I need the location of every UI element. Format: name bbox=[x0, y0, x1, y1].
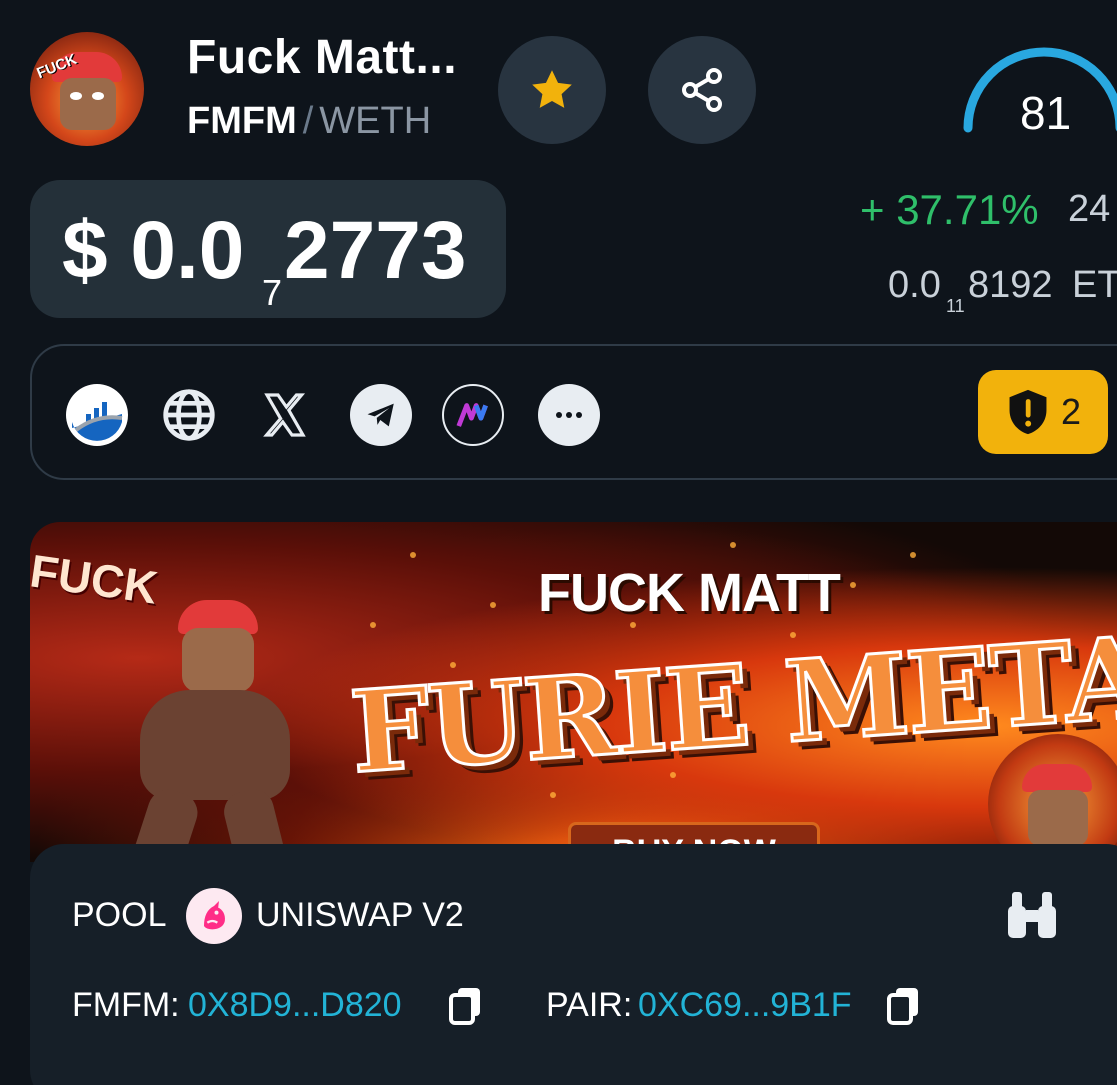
globe-icon bbox=[163, 389, 215, 441]
base-symbol: FMFM bbox=[187, 100, 297, 142]
star-icon bbox=[532, 70, 572, 108]
more-links-button[interactable] bbox=[538, 384, 600, 446]
native-price-unit: ETH bbox=[1072, 264, 1117, 306]
pair-address-label: PAIR: bbox=[546, 986, 633, 1024]
banner-headline: FUCK MATT bbox=[538, 563, 841, 623]
explore-button[interactable] bbox=[1004, 890, 1060, 945]
native-price-digits: 8192 bbox=[968, 264, 1053, 306]
pool-card bbox=[30, 844, 1117, 1085]
price-change: + 37.71% bbox=[860, 186, 1039, 233]
banner-mascot-badge bbox=[988, 734, 1117, 862]
copy-icon bbox=[449, 988, 480, 1025]
favorite-button[interactable] bbox=[498, 36, 606, 144]
shield-warning-icon bbox=[1009, 389, 1047, 435]
pair-address[interactable]: 0XC69...9B1F bbox=[638, 986, 852, 1025]
unicorn-icon bbox=[204, 901, 225, 930]
pair-line: FMFM / WETH bbox=[187, 100, 431, 143]
score-value: 81 bbox=[1020, 87, 1072, 139]
usd-price-digits: 2773 bbox=[284, 205, 467, 296]
dex-name: UNISWAP V2 bbox=[256, 896, 464, 934]
usd-price-zero-count: 7 bbox=[262, 272, 283, 313]
token-address[interactable]: 0X8D9...D820 bbox=[188, 986, 402, 1025]
native-price-zero-count: 11 bbox=[946, 296, 965, 316]
copy-token-address-button[interactable] bbox=[448, 986, 484, 1031]
chart-icon bbox=[68, 386, 126, 444]
more-icon bbox=[556, 412, 582, 418]
token-name: Fuck Matt... bbox=[187, 31, 458, 84]
quote-symbol: WETH bbox=[319, 100, 432, 142]
price-change-period: 24 bbox=[1068, 188, 1111, 230]
app-link[interactable] bbox=[442, 384, 504, 446]
token-avatar: FUCK bbox=[30, 32, 144, 146]
chart-link[interactable] bbox=[66, 384, 128, 446]
token-page: FUCK Fuck Matt... FMFM / WETH 81 $ 0.0 7 2… bbox=[0, 0, 1117, 1085]
pair-separator: / bbox=[302, 100, 314, 142]
share-button[interactable] bbox=[648, 36, 756, 144]
banner-character bbox=[70, 570, 300, 862]
copy-icon bbox=[887, 988, 918, 1025]
native-price-prefix: 0.0 bbox=[888, 264, 941, 306]
share-icon bbox=[682, 68, 722, 112]
binoculars-icon bbox=[1008, 892, 1056, 938]
token-banner[interactable]: FUCK FUCK MATT FURIE META BUY NOW bbox=[30, 522, 1117, 862]
telegram-link[interactable] bbox=[350, 384, 412, 446]
usd-price-prefix: $ 0.0 bbox=[62, 205, 245, 296]
uniswap-logo bbox=[186, 888, 242, 944]
app-icon bbox=[456, 403, 488, 427]
copy-pair-address-button[interactable] bbox=[886, 986, 922, 1031]
token-address-label: FMFM: bbox=[72, 986, 180, 1024]
website-link[interactable] bbox=[158, 384, 220, 446]
audit-count: 2 bbox=[1060, 391, 1082, 432]
audit-warning-badge[interactable]: 2 bbox=[978, 370, 1108, 454]
x-icon bbox=[263, 393, 306, 437]
telegram-icon bbox=[367, 403, 394, 427]
x-link[interactable] bbox=[254, 384, 316, 446]
pool-label: POOL bbox=[72, 896, 167, 934]
